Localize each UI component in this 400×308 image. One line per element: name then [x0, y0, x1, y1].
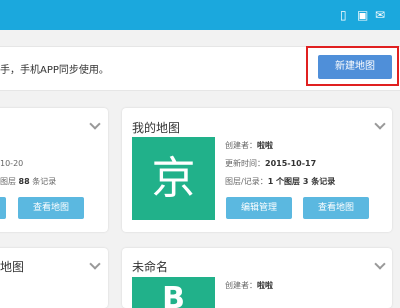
map-card-left-bottom: 地图 [0, 248, 108, 308]
map-card-left-top: 10-20 图层 88 条记录 查看地图 [0, 108, 108, 232]
chevron-down-icon[interactable] [89, 258, 101, 270]
mail-icon[interactable]: ✉ [375, 7, 385, 23]
creator-info: 创建者：啦啦 [225, 141, 273, 150]
chevron-down-icon[interactable] [374, 258, 386, 270]
edit-manage-button[interactable]: 编辑管理 [226, 197, 292, 219]
top-bar: ▯ ▣ ✉ [0, 0, 400, 30]
chevron-down-icon[interactable] [374, 118, 386, 130]
chevron-down-icon[interactable] [89, 118, 101, 130]
layers-info: 图层/记录：1 个图层 3 条记录 [225, 177, 336, 186]
highlight-frame [306, 46, 399, 86]
card-title: 地图 [0, 260, 25, 274]
map-card-unnamed: 未命名 B 创建者：啦啦 [122, 248, 392, 308]
creator-info: 创建者：啦啦 [225, 281, 273, 290]
map-thumbnail[interactable]: 京 [132, 137, 215, 220]
view-map-button[interactable]: 查看地图 [303, 197, 369, 219]
updated-info: 更新时间：2015-10-17 [225, 159, 317, 168]
phone-icon[interactable]: ▯ [340, 7, 347, 23]
layers-records: 图层 88 条记录 [0, 177, 57, 186]
card-title: 我的地图 [132, 121, 181, 135]
edit-button-partial[interactable] [0, 197, 6, 219]
map-card-my-map: 我的地图 京 创建者：啦啦 更新时间：2015-10-17 图层/记录：1 个图… [122, 108, 392, 232]
map-thumbnail[interactable]: B [132, 277, 215, 308]
notice-text: 手，手机APP同步使用。 [0, 65, 109, 76]
view-map-button[interactable]: 查看地图 [18, 197, 84, 219]
updated-date: 10-20 [0, 159, 24, 168]
card-title: 未命名 [132, 260, 169, 274]
qr-icon[interactable]: ▣ [357, 7, 368, 23]
